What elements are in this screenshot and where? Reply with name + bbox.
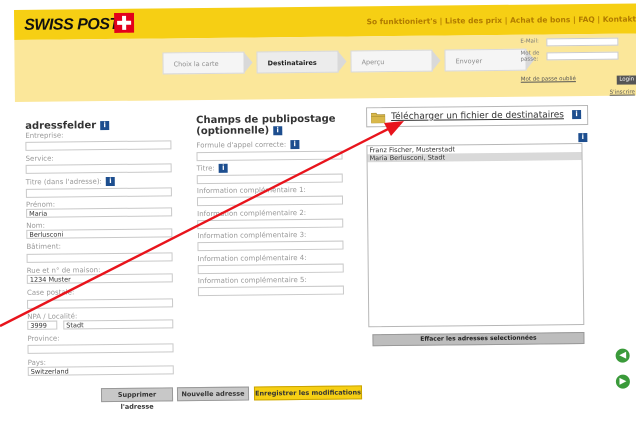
annotation-arrow	[0, 121, 404, 328]
